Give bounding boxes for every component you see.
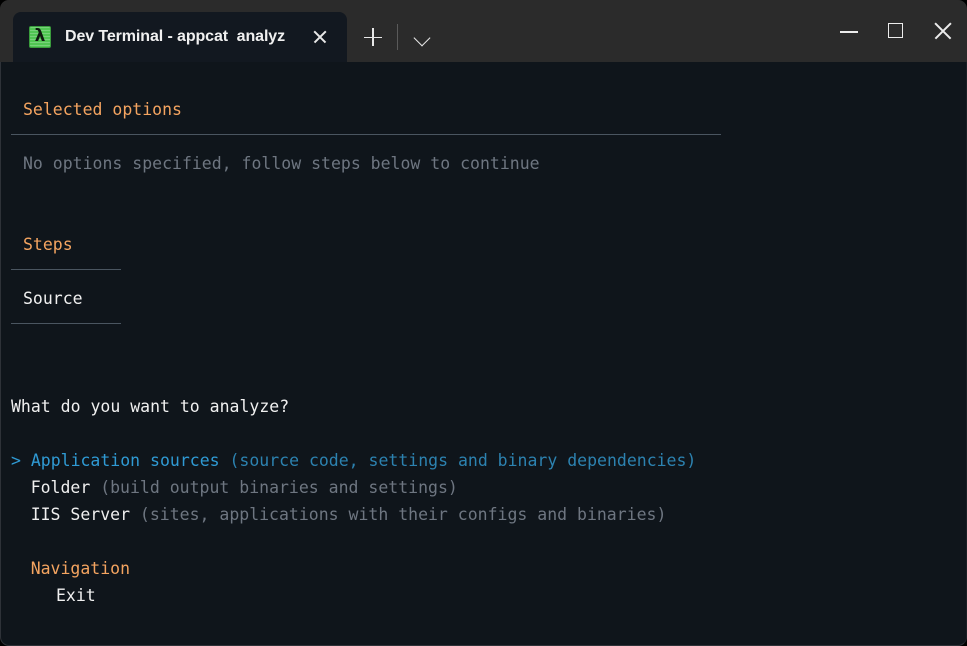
option-label-folder: Folder bbox=[30, 478, 91, 497]
option-row-application-sources[interactable]: > Application sources (source code, settin… bbox=[11, 449, 696, 473]
plus-icon[interactable] bbox=[353, 19, 393, 55]
tab-actions bbox=[347, 12, 442, 62]
selected-options-heading: Selected options bbox=[23, 100, 182, 119]
tab-divider bbox=[397, 24, 398, 50]
close-icon[interactable] bbox=[920, 0, 967, 62]
title-bar[interactable]: λ Dev Terminal - appcat analyz bbox=[0, 0, 967, 62]
option-row-folder[interactable]: Folder (build output binaries and setting… bbox=[31, 476, 458, 500]
window-controls bbox=[826, 0, 967, 62]
chevron-down-icon[interactable] bbox=[402, 19, 442, 55]
selected-options-message: No options specified, follow steps below… bbox=[23, 154, 540, 173]
selected-options-rule bbox=[11, 134, 721, 135]
tab-title: Dev Terminal - appcat analyz bbox=[65, 28, 285, 45]
icon-lambda-glyph: λ bbox=[34, 26, 46, 46]
terminal-body[interactable]: Selected options No options specified, f… bbox=[0, 62, 967, 646]
steps-heading: Steps bbox=[23, 235, 73, 254]
navigation-heading: Navigation bbox=[30, 559, 131, 578]
terminal-window: λ Dev Terminal - appcat analyz Selected … bbox=[0, 0, 967, 646]
prompt-question: What do you want to analyze? bbox=[11, 397, 290, 416]
steps-current-rule bbox=[11, 323, 121, 324]
steps-rule bbox=[11, 269, 121, 270]
terminal-tab[interactable]: λ Dev Terminal - appcat analyz bbox=[13, 12, 347, 62]
option-label-iis-server: IIS Server bbox=[30, 505, 131, 524]
lambda-green-icon: λ bbox=[29, 26, 51, 48]
option-desc-iis-server: (sites, applications with their configs … bbox=[139, 505, 667, 524]
option-row-iis-server[interactable]: IIS Server (sites, applications with thei… bbox=[31, 503, 667, 527]
steps-current: Source bbox=[23, 289, 83, 308]
minimize-icon[interactable] bbox=[826, 0, 873, 62]
close-icon[interactable] bbox=[303, 20, 337, 54]
navigation-item-exit[interactable]: Exit bbox=[56, 584, 96, 608]
maximize-icon[interactable] bbox=[873, 0, 920, 62]
tab-strip: λ Dev Terminal - appcat analyz bbox=[0, 0, 442, 62]
terminal-screen: Selected options No options specified, f… bbox=[1, 62, 966, 645]
selection-cursor: > bbox=[11, 451, 21, 470]
option-desc-application-sources: (source code, settings and binary depend… bbox=[229, 451, 697, 470]
option-label-application-sources: Application sources bbox=[30, 451, 220, 470]
option-desc-folder: (build output binaries and settings) bbox=[100, 478, 458, 497]
